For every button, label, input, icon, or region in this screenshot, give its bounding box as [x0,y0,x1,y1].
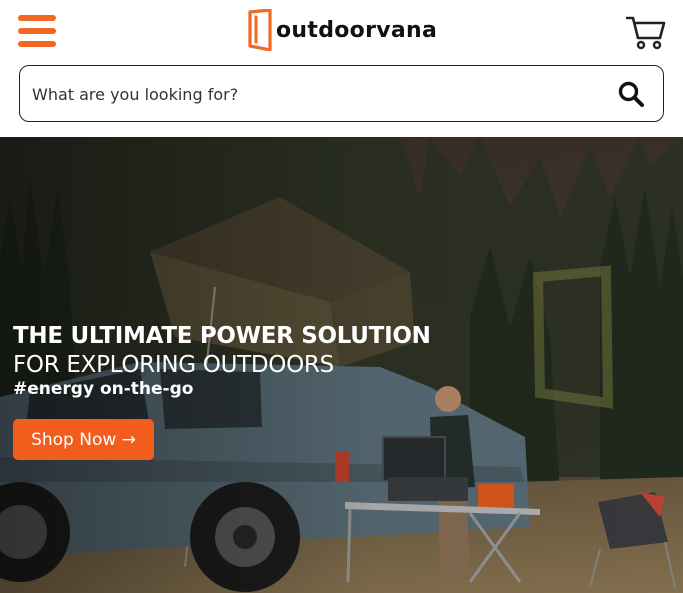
shopping-cart-icon[interactable] [626,14,666,50]
hero-banner: THE ULTIMATE POWER SOLUTION FOR EXPLORIN… [0,137,683,593]
brand-logo[interactable]: outdoorvana [247,8,437,52]
site-header: outdoorvana [0,0,683,62]
search-input[interactable] [32,78,592,110]
menu-bar [18,15,56,21]
hamburger-menu-icon[interactable] [18,15,56,47]
menu-bar [18,41,56,47]
search-bar [19,65,664,122]
hero-title-line1: THE ULTIMATE POWER SOLUTION [13,323,431,349]
search-icon[interactable] [617,80,645,108]
shop-now-button[interactable]: Shop Now → [13,419,154,460]
menu-bar [18,28,56,34]
brand-name: outdoorvana [276,17,438,43]
hero-tagline: #energy on-the-go [13,379,194,399]
hero-title-line2: FOR EXPLORING OUTDOORS [13,352,334,378]
logo-mark-icon [248,9,272,51]
